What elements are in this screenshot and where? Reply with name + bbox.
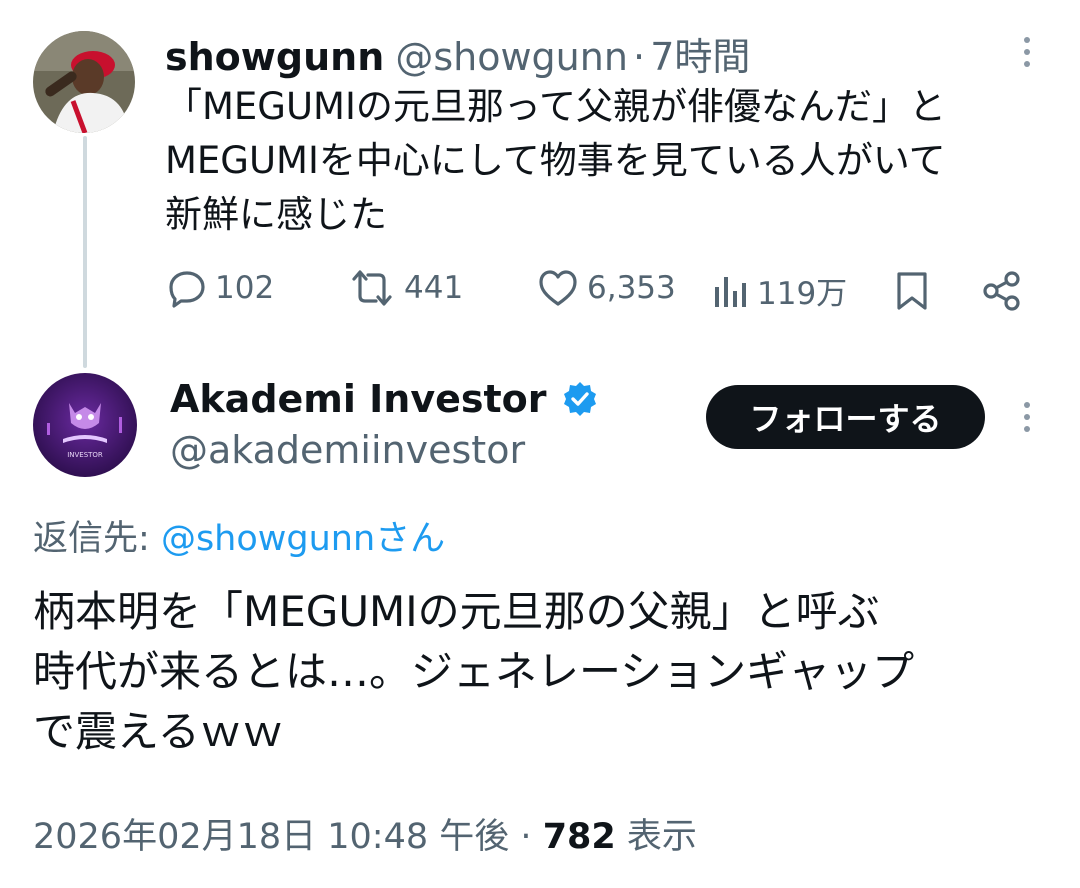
analytics-icon <box>715 276 746 307</box>
text-line: MEGUMIを中心にして物事を見ている人がいて <box>165 139 946 182</box>
text-line: 柄本明を「MEGUMIの元旦那の父親」と呼ぶ <box>33 587 880 636</box>
author-handle[interactable]: @akademiinvestor <box>170 428 525 472</box>
text-line: で震えるｗｗ <box>33 707 284 756</box>
repost-button[interactable]: 441 <box>348 268 463 308</box>
repost-icon <box>352 270 392 306</box>
tweet2-meta: 2026年02月18日 10:48 午後 · 782 表示 <box>33 808 697 859</box>
follow-button[interactable]: フォローする <box>706 385 985 449</box>
more-options-icon[interactable] <box>1024 402 1030 432</box>
share-icon[interactable] <box>981 270 1023 316</box>
reply-to-handle-link[interactable]: @showgunnさん <box>161 519 445 559</box>
view-count: 782 <box>542 817 616 857</box>
text-line: 時代が来るとは…。ジェネレーションギャップ <box>33 647 915 696</box>
tweet2-text: 柄本明を「MEGUMIの元旦那の父親」と呼ぶ 時代が来るとは…。ジェネレーション… <box>33 582 914 762</box>
reply-button[interactable]: 102 <box>167 268 274 308</box>
reply-to-label: 返信先: <box>33 519 150 559</box>
views-button[interactable]: 119万 <box>713 268 847 313</box>
text-line: 新鮮に感じた <box>165 193 387 236</box>
author-name[interactable]: showgunn <box>165 35 384 79</box>
avatar-logo-text: INVESTOR <box>67 451 103 459</box>
meta-separator: · <box>520 817 532 857</box>
text-line: 「MEGUMIの元旦那って父親が俳優なんだ」と <box>165 85 947 128</box>
repost-count: 441 <box>404 270 464 306</box>
avatar-showgunn[interactable] <box>33 31 135 133</box>
post-time[interactable]: 7時間 <box>650 35 750 79</box>
avatar-akademi-investor[interactable]: INVESTOR <box>33 373 137 477</box>
reply-icon <box>169 271 205 308</box>
view-label: 表示 <box>626 817 697 857</box>
like-button[interactable]: 6,353 <box>537 268 676 308</box>
header-separator: · <box>633 35 646 79</box>
tweet1-text: 「MEGUMIの元旦那って父親が俳優なんだ」と MEGUMIを中心にして物事を見… <box>165 80 946 242</box>
post-timestamp[interactable]: 2026年02月18日 10:48 午後 <box>33 817 509 857</box>
author-name[interactable]: Akademi Investor <box>170 377 547 421</box>
tweet1-header: showgunn @showgunn · 7時間 <box>165 26 750 81</box>
heart-icon <box>539 270 577 306</box>
reply-to-line: 返信先: @showgunnさん <box>33 510 445 561</box>
author-handle[interactable]: @showgunn <box>395 35 628 79</box>
tweet2-author: Akademi Investor <box>170 377 599 421</box>
views-count: 119万 <box>757 276 848 312</box>
verified-badge-icon <box>563 382 596 416</box>
thread-connector-line <box>83 136 87 368</box>
like-count: 6,353 <box>587 270 676 306</box>
more-options-icon[interactable] <box>1024 37 1030 67</box>
reply-count: 102 <box>215 270 275 306</box>
bookmark-icon[interactable] <box>894 270 930 316</box>
